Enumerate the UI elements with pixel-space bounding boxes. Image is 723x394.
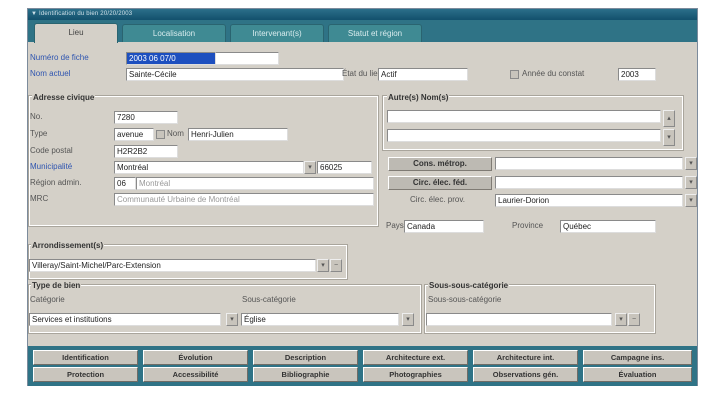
cons-metrop-field[interactable] xyxy=(495,157,683,170)
municipalite-code-field[interactable]: 66025 xyxy=(317,161,372,174)
annee-label: Année du constat xyxy=(522,69,585,78)
fiche-label: Numéro de fiche xyxy=(30,53,89,62)
tab-intervenants[interactable]: Intervenant(s) xyxy=(230,24,324,42)
nav-description-button[interactable]: Description xyxy=(253,350,358,365)
tab-statut-region[interactable]: Statut et région xyxy=(328,24,422,42)
circ-elec-fed-button[interactable]: Circ. élec. féd. xyxy=(388,176,492,190)
minus-icon: − xyxy=(333,262,339,269)
fiche-extra-field[interactable] xyxy=(216,52,279,65)
arrondissement-field[interactable]: Villeray/Saint-Michel/Parc-Extension xyxy=(29,259,316,272)
code-postal-field[interactable]: H2R2B2 xyxy=(114,145,178,158)
type-label: Type xyxy=(30,129,48,138)
categorie-label: Catégorie xyxy=(30,295,65,304)
scroll-down-button[interactable]: ▾ xyxy=(663,129,675,146)
type-bien-title: Type de bien xyxy=(31,280,82,292)
sous-categorie-dropdown[interactable]: ▾ xyxy=(402,313,414,326)
circ-elec-fed-field[interactable] xyxy=(495,176,683,189)
pays-field[interactable]: Canada xyxy=(404,220,484,233)
code-postal-label: Code postal xyxy=(30,146,73,155)
autre-nom-field-1[interactable] xyxy=(387,110,661,123)
nav-identification-button[interactable]: Identification xyxy=(33,350,138,365)
sous-sous-categorie-label: Sous-sous-catégorie xyxy=(428,295,502,304)
chevron-down-icon: ▾ xyxy=(689,179,693,186)
nom-field[interactable]: Henri-Julien xyxy=(188,128,288,141)
nav-campagne-button[interactable]: Campagne ins. xyxy=(583,350,692,365)
chevron-down-icon: ▾ xyxy=(230,316,234,323)
sous-categorie-label: Sous-catégorie xyxy=(242,295,296,304)
window-title: ▼ Identification du bien 20/20/2003 xyxy=(28,9,697,20)
region-field[interactable]: Montréal xyxy=(136,177,374,190)
main-window: ▼ Identification du bien 20/20/2003 Lieu… xyxy=(27,8,698,386)
arrondissement-dropdown[interactable]: ▾ xyxy=(317,259,329,272)
nav-evolution-button[interactable]: Évolution xyxy=(143,350,248,365)
sous-sous-categorie-dropdown[interactable]: ▾ xyxy=(615,313,627,326)
no-field[interactable]: 7280 xyxy=(114,111,178,124)
sous-sous-categorie-field[interactable] xyxy=(426,313,612,326)
sous-sous-categorie-title: Sous-sous-catégorie xyxy=(428,280,510,292)
categorie-field[interactable]: Services et institutions xyxy=(29,313,221,326)
etat-field[interactable]: Actif xyxy=(378,68,468,81)
nav-observations-button[interactable]: Observations gén. xyxy=(473,367,578,382)
adresse-title: Adresse civique xyxy=(32,92,96,104)
fiche-number-field[interactable]: 2003 06 07/0 xyxy=(126,52,216,65)
autre-nom-field-2[interactable] xyxy=(387,129,661,142)
circ-elec-fed-dropdown[interactable]: ▾ xyxy=(685,176,697,189)
cons-metrop-button[interactable]: Cons. métrop. xyxy=(388,157,492,171)
nav-evaluation-button[interactable]: Évaluation xyxy=(583,367,692,382)
nav-accessibilite-button[interactable]: Accessibilité xyxy=(143,367,248,382)
nav-photographies-button[interactable]: Photographies xyxy=(363,367,468,382)
chevron-down-icon: ▾ xyxy=(321,262,325,269)
cons-metrop-dropdown[interactable]: ▾ xyxy=(685,157,697,170)
mrc-label: MRC xyxy=(30,194,49,203)
nom-actuel-label: Nom actuel xyxy=(30,69,71,78)
nom-checkbox[interactable] xyxy=(156,130,165,139)
arrow-down-icon: ▾ xyxy=(667,134,671,141)
chevron-down-icon: ▾ xyxy=(689,197,693,204)
annee-field[interactable]: 2003 xyxy=(618,68,656,81)
nav-protection-button[interactable]: Protection xyxy=(33,367,138,382)
chevron-down-icon: ▾ xyxy=(689,160,693,167)
province-field[interactable]: Québec xyxy=(560,220,656,233)
bottom-navigation: Identification Évolution Description Arc… xyxy=(28,346,697,386)
arrow-up-icon: ▴ xyxy=(667,115,671,122)
annee-checkbox[interactable] xyxy=(510,70,519,79)
municipalite-field[interactable]: Montréal xyxy=(114,161,304,174)
nom-actuel-field[interactable]: Sainte-Cécile xyxy=(126,68,344,81)
arrondissement-remove-button[interactable]: − xyxy=(330,259,342,272)
sous-categorie-field[interactable]: Église xyxy=(241,313,399,326)
chevron-down-icon: ▾ xyxy=(308,164,312,171)
mrc-field[interactable]: Communauté Urbaine de Montréal xyxy=(114,193,374,206)
sous-sous-categorie-remove-button[interactable]: − xyxy=(628,313,640,326)
scroll-up-button[interactable]: ▴ xyxy=(663,110,675,127)
province-label: Province xyxy=(512,221,544,230)
nav-bibliographie-button[interactable]: Bibliographie xyxy=(253,367,358,382)
nom-label: Nom xyxy=(167,129,184,138)
region-code-field[interactable]: 06 xyxy=(114,177,136,190)
municipalite-dropdown-button[interactable]: ▾ xyxy=(304,161,316,174)
autres-noms-title: Autre(s) Nom(s) xyxy=(387,92,450,104)
circ-elec-prov-field[interactable]: Laurier-Dorion xyxy=(495,194,683,207)
type-field[interactable]: avenue xyxy=(114,128,154,141)
municipalite-label: Municipalité xyxy=(30,162,73,171)
etat-label: État du lieu xyxy=(342,69,383,78)
no-label: No. xyxy=(30,112,43,121)
categorie-dropdown[interactable]: ▾ xyxy=(226,313,238,326)
tab-lieu[interactable]: Lieu xyxy=(34,23,118,43)
tab-bar: Lieu Localisation Intervenant(s) Statut … xyxy=(28,20,697,43)
tab-localisation[interactable]: Localisation xyxy=(122,24,226,42)
circ-elec-prov-label: Circ. élec. prov. xyxy=(410,195,465,204)
chevron-down-icon: ▾ xyxy=(619,316,623,323)
minus-icon: − xyxy=(631,316,637,323)
chevron-down-icon: ▾ xyxy=(406,316,410,323)
arrondissement-title: Arrondissement(s) xyxy=(31,240,105,252)
region-label: Région admin. xyxy=(30,178,82,187)
nav-architecture-int-button[interactable]: Architecture int. xyxy=(473,350,578,365)
nav-architecture-ext-button[interactable]: Architecture ext. xyxy=(363,350,468,365)
circ-elec-prov-dropdown[interactable]: ▾ xyxy=(685,194,697,207)
pays-label: Pays xyxy=(386,221,404,230)
